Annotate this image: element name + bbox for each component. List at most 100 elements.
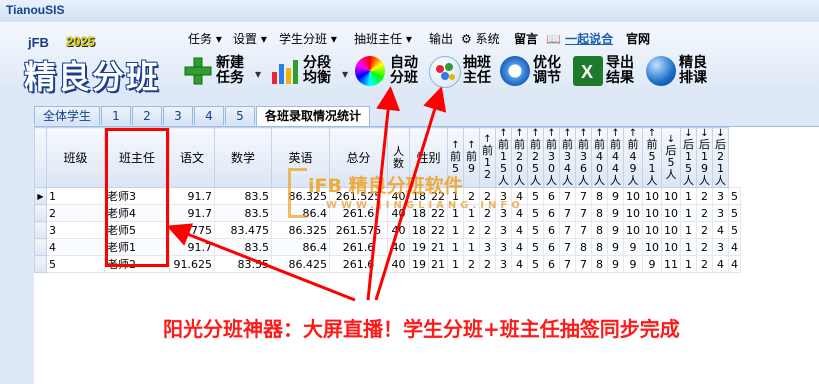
table-cell[interactable]: 4 xyxy=(511,238,528,256)
table-cell[interactable]: 5 xyxy=(527,204,544,222)
table-cell[interactable]: 4 xyxy=(728,238,741,256)
table-cell[interactable]: 8 xyxy=(575,238,592,256)
col-header-range-5[interactable]: ↑ 前 2 5 人 xyxy=(527,127,544,188)
table-cell[interactable]: 4 xyxy=(712,255,729,273)
table-cell[interactable]: 3 xyxy=(495,255,512,273)
table-cell[interactable]: 261.575 xyxy=(329,221,388,239)
table-cell[interactable]: 6 xyxy=(543,187,560,205)
table-cell[interactable]: 2 xyxy=(479,255,496,273)
table-cell[interactable]: 2 xyxy=(696,238,713,256)
table-cell[interactable]: 7 xyxy=(559,187,576,205)
menu-forum[interactable]: 📖 一起说合 xyxy=(546,30,613,47)
table-cell[interactable]: 9 xyxy=(607,187,624,205)
table-cell[interactable]: 19 xyxy=(409,255,429,273)
table-cell[interactable]: 3 xyxy=(712,238,729,256)
toolbar-export-button[interactable]: X 导出 结果 xyxy=(573,54,643,94)
table-cell[interactable]: 40 xyxy=(387,238,410,256)
tab-class-3[interactable]: 3 xyxy=(163,106,193,125)
table-cell[interactable]: 4 xyxy=(728,255,741,273)
table-cell[interactable]: 21 xyxy=(428,238,448,256)
table-cell[interactable]: 3 xyxy=(46,221,105,239)
table-cell[interactable]: 1 xyxy=(46,187,105,205)
table-cell[interactable]: 5 xyxy=(728,187,741,205)
row-selector[interactable] xyxy=(34,221,47,239)
table-cell[interactable]: 9 xyxy=(607,238,624,256)
col-header-range-2[interactable]: ↑ 前 1 2 xyxy=(479,127,496,188)
row-selector[interactable] xyxy=(34,204,47,222)
table-cell[interactable]: 83.55 xyxy=(214,255,272,273)
table-cell[interactable]: 11 xyxy=(661,255,681,273)
table-cell[interactable]: 4 xyxy=(511,255,528,273)
table-cell[interactable]: 40 xyxy=(387,255,410,273)
table-cell[interactable]: 6 xyxy=(543,255,560,273)
table-cell[interactable]: 2 xyxy=(696,221,713,239)
table-cell[interactable]: 2 xyxy=(696,204,713,222)
table-cell[interactable]: 9 xyxy=(623,255,643,273)
table-cell[interactable]: 6 xyxy=(543,204,560,222)
toolbar-balance-button[interactable]: 分段 均衡 ▼ xyxy=(270,54,352,94)
col-header-range-3[interactable]: ↑ 前 1 5 人 xyxy=(495,127,512,188)
table-cell[interactable]: 3 xyxy=(712,187,729,205)
col-header-range-8[interactable]: ↑ 前 3 6 人 xyxy=(575,127,592,188)
table-cell[interactable]: 7 xyxy=(575,187,592,205)
table-cell[interactable]: 2 xyxy=(463,255,480,273)
menu-website[interactable]: 官网 xyxy=(626,30,650,47)
table-cell[interactable]: 7 xyxy=(575,255,592,273)
table-cell[interactable]: 261.6 xyxy=(329,238,388,256)
col-header-range-7[interactable]: ↑ 前 3 4 人 xyxy=(559,127,576,188)
table-cell[interactable]: 21 xyxy=(428,255,448,273)
tab-class-4[interactable]: 4 xyxy=(194,106,224,125)
table-cell[interactable]: 91.7 xyxy=(169,238,215,256)
toolbar-new-task-button[interactable]: 新建 任务 ▼ xyxy=(183,54,265,94)
table-cell[interactable]: 7 xyxy=(575,221,592,239)
col-header-range-12[interactable]: ↑ 前 5 1 人 xyxy=(642,127,662,188)
table-cell[interactable]: 91.7 xyxy=(169,187,215,205)
table-cell[interactable]: 18 xyxy=(409,221,429,239)
table-cell[interactable]: 1 xyxy=(447,238,464,256)
menu-task[interactable]: 任务 ▾ xyxy=(188,30,222,47)
col-header-range-9[interactable]: ↑ 前 4 0 人 xyxy=(591,127,608,188)
table-cell[interactable]: 5 xyxy=(728,221,741,239)
toolbar-schedule-button[interactable]: 精良 排课 xyxy=(646,54,716,94)
table-cell[interactable]: 86.425 xyxy=(271,255,330,273)
table-cell[interactable]: 5 xyxy=(527,255,544,273)
table-cell[interactable]: 19 xyxy=(409,238,429,256)
table-cell[interactable]: 10 xyxy=(642,204,662,222)
table-cell[interactable]: 10 xyxy=(642,221,662,239)
table-cell[interactable]: 9 xyxy=(607,204,624,222)
tab-class-5[interactable]: 5 xyxy=(225,106,255,125)
menu-student-grouping[interactable]: 学生分班 ▾ xyxy=(279,30,337,47)
row-selector[interactable]: ▶ xyxy=(34,187,47,205)
col-header-chinese[interactable]: 语文 xyxy=(169,127,215,188)
table-cell[interactable]: 22 xyxy=(428,221,448,239)
table-cell[interactable]: 1 xyxy=(680,238,697,256)
toolbar-draw-head-teacher-button[interactable]: 抽班 主任 xyxy=(429,54,499,94)
table-cell[interactable]: 5 xyxy=(527,187,544,205)
tab-class-2[interactable]: 2 xyxy=(132,106,162,125)
table-cell[interactable]: 40 xyxy=(387,221,410,239)
col-header-range-14[interactable]: ↓ 后 1 5 人 xyxy=(680,127,697,188)
table-cell[interactable]: 8 xyxy=(591,255,608,273)
table-cell[interactable]: 86.325 xyxy=(271,221,330,239)
table-cell[interactable]: 3 xyxy=(495,238,512,256)
table-cell[interactable]: 8 xyxy=(591,187,608,205)
table-cell[interactable]: 9 xyxy=(607,255,624,273)
table-cell[interactable]: 10 xyxy=(642,238,662,256)
table-cell[interactable]: 2 xyxy=(479,221,496,239)
table-cell[interactable]: 83.5 xyxy=(214,238,272,256)
table-cell[interactable]: 1 xyxy=(680,255,697,273)
table-cell[interactable]: 8 xyxy=(591,204,608,222)
table-cell[interactable]: 1 xyxy=(447,255,464,273)
table-cell[interactable]: 2 xyxy=(696,255,713,273)
table-cell[interactable]: 86.4 xyxy=(271,238,330,256)
table-cell[interactable]: 91.7 xyxy=(169,204,215,222)
table-cell[interactable]: 7 xyxy=(559,221,576,239)
col-header-range-4[interactable]: ↑ 前 2 0 人 xyxy=(511,127,528,188)
table-cell[interactable]: 10 xyxy=(623,221,643,239)
table-cell[interactable]: 10 xyxy=(661,238,681,256)
table-cell[interactable]: 10 xyxy=(623,204,643,222)
menu-settings[interactable]: 设置 ▾ xyxy=(233,30,267,47)
table-cell[interactable]: 8 xyxy=(591,238,608,256)
table-cell[interactable]: 83.475 xyxy=(214,221,272,239)
table-cell[interactable]: 9 xyxy=(642,255,662,273)
